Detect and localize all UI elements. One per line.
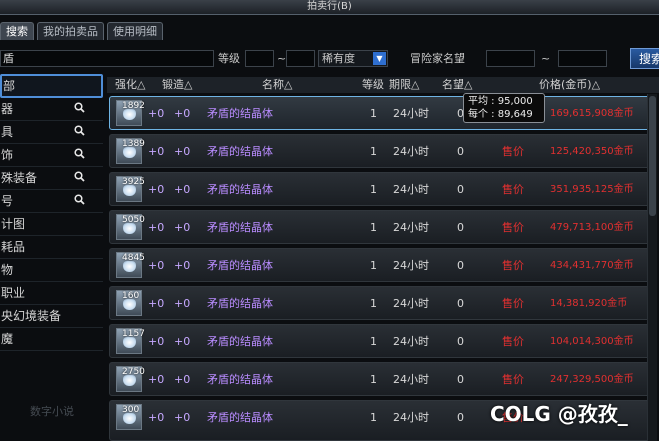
rarity-select[interactable]: 稀有度 ▼ <box>318 50 388 67</box>
tab-search[interactable]: 搜索 <box>0 22 34 40</box>
tab-my-items[interactable]: 我的拍卖品 <box>37 22 104 40</box>
item-name: 矛盾的结晶体 <box>207 145 273 158</box>
item-name: 矛盾的结晶体 <box>207 183 273 196</box>
item-name: 矛盾的结晶体 <box>207 259 273 272</box>
header-reputation[interactable]: 名望△ <box>442 78 472 92</box>
reputation-max-input[interactable] <box>558 50 607 67</box>
category-title[interactable]: 号 <box>0 190 103 213</box>
item-name: 矛盾的结晶体 <box>207 297 273 310</box>
list-scrollbar[interactable] <box>647 94 657 441</box>
crystal-item-icon: 1892 <box>116 100 145 126</box>
crystal-item-icon: 1389 <box>116 138 145 164</box>
category-design[interactable]: 计图 <box>0 213 103 236</box>
magnifier-icon[interactable] <box>74 125 85 136</box>
category-job[interactable]: 职业 <box>0 282 103 305</box>
table-row[interactable]: 4845 +0 +0 矛盾的结晶体 1 24小时 0 售价 434,431,77… <box>109 248 652 282</box>
category-weapon[interactable]: 器 <box>0 98 103 121</box>
crystal-item-icon: 300 <box>116 404 142 430</box>
crystal-item-icon: 5050 <box>116 214 145 240</box>
item-name: 矛盾的结晶体 <box>207 107 273 120</box>
search-bar: 盾 等级 ~ 稀有度 ▼ 冒险家名望 ~ 搜索 <box>0 48 659 70</box>
list-header: 强化△ 锻造△ 名称△ 等级 期限△ 名望△ 价格(金币)△ <box>107 77 659 93</box>
table-row[interactable]: 1389 +0 +0 矛盾的结晶体 1 24小时 0 售价 125,420,35… <box>109 134 652 168</box>
tab-usage-history[interactable]: 使用明细 <box>107 22 163 40</box>
level-label: 等级 <box>218 52 240 65</box>
category-accessory[interactable]: 饰 <box>0 144 103 167</box>
table-row[interactable]: 160 +0 +0 矛盾的结晶体 1 24小时 0 售价 14,381,920金… <box>109 286 652 320</box>
level-max-input[interactable] <box>286 50 315 67</box>
crystal-item-icon: 4845 <box>116 252 145 278</box>
item-name: 矛盾的结晶体 <box>207 335 273 348</box>
table-row[interactable]: 3925 +0 +0 矛盾的结晶体 1 24小时 0 售价 351,935,12… <box>109 172 652 206</box>
header-reinforce[interactable]: 强化△ <box>115 78 145 92</box>
category-magic[interactable]: 魔 <box>0 328 103 351</box>
chevron-down-icon: ▼ <box>373 52 386 65</box>
scrollbar-thumb[interactable] <box>649 96 656 216</box>
faint-overlay-text: 数字小说 <box>30 405 74 418</box>
search-button[interactable]: 搜索 <box>630 48 659 69</box>
tooltip-unit-price: 每个 : 89,649 <box>468 109 533 120</box>
item-name: 矛盾的结晶体 <box>207 221 273 234</box>
level-min-input[interactable] <box>245 50 274 67</box>
rarity-value: 稀有度 <box>322 52 355 65</box>
category-special-equipment[interactable]: 殊装备 <box>0 167 103 190</box>
item-name: 矛盾的结晶体 <box>207 373 273 386</box>
category-armor[interactable]: 具 <box>0 121 103 144</box>
header-name[interactable]: 名称△ <box>262 78 292 92</box>
tooltip-average-price: 平均 : 95,000 <box>468 96 533 107</box>
category-material[interactable]: 物 <box>0 259 103 282</box>
header-duration[interactable]: 期限△ <box>389 78 419 92</box>
header-price[interactable]: 价格(金币)△ <box>539 78 600 92</box>
crystal-item-icon: 2750 <box>116 366 145 392</box>
header-forge[interactable]: 锻造△ <box>162 78 192 92</box>
table-row[interactable]: 5050 +0 +0 矛盾的结晶体 1 24小时 0 售价 479,713,10… <box>109 210 652 244</box>
category-sidebar: 部 器 具 饰 殊装备 号 计图 耗品 物 职业 央幻境装备 魔 <box>0 74 103 441</box>
item-name: 矛盾的结晶体 <box>207 411 273 424</box>
watermark-logo: COLG @孜孜_ <box>490 402 628 426</box>
crystal-item-icon: 1157 <box>116 328 145 354</box>
table-row[interactable]: 1892 +0 +0 矛盾的结晶体 1 24小时 0 售价 169,615,90… <box>109 96 652 130</box>
price-tooltip: 平均 : 95,000 每个 : 89,649 <box>463 93 545 123</box>
tab-bar: 搜索 我的拍卖品 使用明细 <box>0 22 166 40</box>
level-separator: ~ <box>277 52 287 65</box>
reputation-min-input[interactable] <box>486 50 535 67</box>
window-title: 拍卖行(B) <box>307 1 352 12</box>
category-consumable[interactable]: 耗品 <box>0 236 103 259</box>
magnifier-icon[interactable] <box>74 102 85 113</box>
table-row[interactable]: 2750 +0 +0 矛盾的结晶体 1 24小时 0 售价 247,329,50… <box>109 362 652 396</box>
magnifier-icon[interactable] <box>74 194 85 205</box>
crystal-item-icon: 160 <box>116 290 142 316</box>
reputation-separator: ~ <box>541 52 551 65</box>
header-level[interactable]: 等级 <box>362 78 384 92</box>
crystal-item-icon: 3925 <box>116 176 145 202</box>
adventurer-reputation-label: 冒险家名望 <box>410 52 465 65</box>
category-all[interactable]: 部 <box>0 74 103 98</box>
window-title-bar: 拍卖行(B) <box>0 0 659 15</box>
category-central-realm-equipment[interactable]: 央幻境装备 <box>0 305 103 328</box>
table-row[interactable]: 1157 +0 +0 矛盾的结晶体 1 24小时 0 售价 104,014,30… <box>109 324 652 358</box>
magnifier-icon[interactable] <box>74 148 85 159</box>
magnifier-icon[interactable] <box>74 171 85 182</box>
auction-list: 强化△ 锻造△ 名称△ 等级 期限△ 名望△ 价格(金币)△ 1892 +0 +… <box>107 77 659 441</box>
item-name-input[interactable]: 盾 <box>0 50 214 67</box>
